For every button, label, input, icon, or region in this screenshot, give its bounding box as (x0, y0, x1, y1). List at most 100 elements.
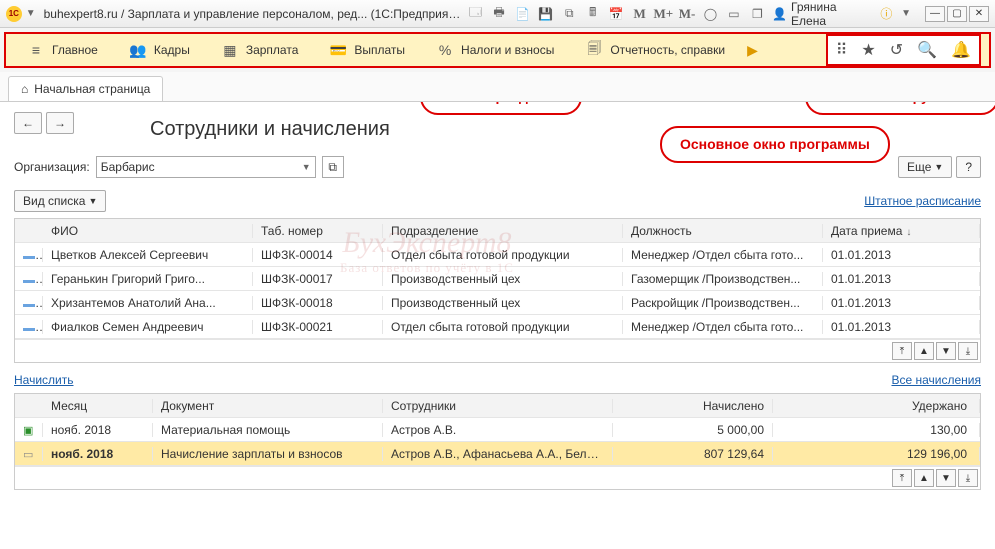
all-accruals-link[interactable]: Все начисления (891, 373, 981, 387)
table-header: ФИО Таб. номер Подразделение Должность Д… (15, 219, 980, 243)
tab-home[interactable]: ⌂ Начальная страница (8, 76, 163, 101)
row-marker (15, 248, 43, 262)
apps-icon[interactable]: ⠿ (836, 40, 848, 60)
memory-mminus-button[interactable]: M- (678, 5, 695, 23)
scroll-up-button[interactable]: ▲ (914, 342, 934, 360)
cell-tab: ШФЗК-00014 (253, 248, 383, 262)
user-block[interactable]: 👤 Грянина Елена (772, 0, 872, 28)
grid-icon: ▦ (222, 42, 238, 58)
notifications-icon[interactable]: 🔔 (951, 40, 971, 60)
card-icon: 💳 (330, 42, 346, 58)
history-icon[interactable]: ↺ (890, 40, 903, 60)
print-icon[interactable]: 🖶 (490, 5, 507, 23)
windows-icon[interactable]: ❐ (749, 5, 766, 23)
print-preview-icon[interactable]: 🗔 (467, 5, 484, 23)
section-salary[interactable]: ▦ Зарплата (208, 34, 313, 66)
maximize-button[interactable]: ▢ (947, 6, 967, 22)
cell-fio: Хризантемов Анатолий Ана... (43, 296, 253, 310)
compare-icon[interactable]: ⧉ (561, 5, 578, 23)
favorites-icon[interactable]: ★ (861, 40, 875, 60)
col-acc[interactable]: Начислено (613, 399, 773, 413)
col-dept[interactable]: Подразделение (383, 224, 623, 238)
col-doc[interactable]: Документ (153, 399, 383, 413)
user-name: Грянина Елена (791, 0, 872, 28)
section-main[interactable]: ≡Главное (14, 34, 112, 66)
scroll-down-button[interactable]: ▼ (936, 342, 956, 360)
nav-back-button[interactable]: ← (14, 112, 42, 134)
sections-panel: ≡Главное 👥Кадры ▦ Зарплата 💳Выплаты %Нало… (4, 32, 991, 68)
info-dropdown-icon[interactable]: ▼ (901, 8, 911, 19)
org-value: Барбарис (101, 160, 155, 174)
save-icon[interactable]: 💾 (537, 5, 554, 23)
section-reports[interactable]: 🗐Отчетность, справки (572, 34, 739, 66)
cell-tab: ШФЗК-00021 (253, 320, 383, 334)
cell-tab: ШФЗК-00017 (253, 272, 383, 286)
cell-date: 01.01.2013 (823, 296, 980, 310)
calendar-icon[interactable]: 📅 (607, 5, 624, 23)
scroll-down-button[interactable]: ▼ (936, 469, 956, 487)
col-pos[interactable]: Должность (623, 224, 823, 238)
help-button[interactable]: ? (956, 156, 981, 178)
col-hold[interactable]: Удержано (773, 399, 980, 413)
cell-emp: Астров А.В., Афанасьева А.А., Белобокин … (383, 447, 613, 461)
chevron-down-icon[interactable]: ▼ (302, 162, 311, 172)
scroll-bottom-button[interactable]: ⤓ (958, 342, 978, 360)
callout-sections: Панель разделов (420, 102, 582, 115)
table-row[interactable]: ▭нояб. 2018Начисление зарплаты и взносов… (15, 442, 980, 466)
cell-dept: Отдел сбыта готовой продукции (383, 320, 623, 334)
section-label: Зарплата (246, 43, 299, 57)
section-taxes[interactable]: %Налоги и взносы (423, 34, 568, 66)
table-row[interactable]: Фиалков Семен АндреевичШФЗК-00021Отдел с… (15, 315, 980, 339)
scroll-up-button[interactable]: ▲ (914, 469, 934, 487)
col-emp[interactable]: Сотрудники (383, 399, 613, 413)
status-draft-icon: ▭ (23, 449, 33, 461)
minimize-button[interactable]: — (925, 6, 945, 22)
memory-m-button[interactable]: M (631, 5, 648, 23)
close-button[interactable]: ✕ (969, 6, 989, 22)
table-row[interactable]: Геранькин Григорий Григо...ШФЗК-00017Про… (15, 267, 980, 291)
view-mode-button[interactable]: Вид списка▼ (14, 190, 106, 212)
table-row[interactable]: Цветков Алексей СергеевичШФЗК-00014Отдел… (15, 243, 980, 267)
section-staff[interactable]: 👥Кадры (116, 34, 204, 66)
more-button[interactable]: Еще▼ (898, 156, 952, 178)
menu-icon: ≡ (28, 42, 44, 58)
table-row[interactable]: Хризантемов Анатолий Ана...ШФЗК-00018Про… (15, 291, 980, 315)
home-icon: ⌂ (21, 82, 28, 96)
calculator-icon[interactable]: 🖩 (584, 5, 601, 23)
col-tab[interactable]: Таб. номер (253, 224, 383, 238)
table-row[interactable]: ▣нояб. 2018Материальная помощьАстров А.В… (15, 418, 980, 442)
cell-date: 01.01.2013 (823, 320, 980, 334)
table-header: Месяц Документ Сотрудники Начислено Удер… (15, 394, 980, 418)
nav-forward-button[interactable]: → (46, 112, 74, 134)
tool-panel: ⠿ ★ ↺ 🔍 🔔 (826, 34, 981, 66)
sections-more-icon[interactable]: ▶ (747, 42, 758, 59)
accruals-table: Месяц Документ Сотрудники Начислено Удер… (14, 393, 981, 490)
cell-fio: Цветков Алексей Сергеевич (43, 248, 253, 262)
scroll-top-button[interactable]: ⤒ (892, 342, 912, 360)
info-icon[interactable]: ⓘ (878, 5, 895, 23)
back-icon[interactable]: ◯ (702, 5, 719, 23)
col-date[interactable]: Дата приема↓ (823, 224, 980, 238)
status-posted-icon: ▣ (23, 425, 33, 437)
search-icon[interactable]: 🔍 (917, 40, 937, 60)
table-nav-footer: ⤒ ▲ ▼ ⤓ (15, 466, 980, 489)
col-month[interactable]: Месяц (43, 399, 153, 413)
cell-fio: Фиалков Семен Андреевич (43, 320, 253, 334)
col-fio[interactable]: ФИО (43, 224, 253, 238)
org-select[interactable]: Барбарис ▼ (96, 156, 316, 178)
scroll-top-button[interactable]: ⤒ (892, 469, 912, 487)
memory-mplus-button[interactable]: M+ (654, 5, 672, 23)
cell-tab: ШФЗК-00018 (253, 296, 383, 310)
window-list-icon[interactable]: ▭ (725, 5, 742, 23)
staffing-link[interactable]: Штатное расписание (864, 194, 981, 208)
page-title: Сотрудники и начисления (150, 118, 390, 141)
cell-status: ▭ (15, 447, 43, 461)
accrue-link[interactable]: Начислить (14, 373, 73, 387)
title-dropdown-icon[interactable]: ▼ (26, 8, 36, 19)
org-open-button[interactable]: ⧉ (322, 156, 344, 178)
copy-icon[interactable]: 📄 (514, 5, 531, 23)
scroll-bottom-button[interactable]: ⤓ (958, 469, 978, 487)
section-label: Налоги и взносы (461, 43, 554, 57)
section-payments[interactable]: 💳Выплаты (316, 34, 419, 66)
cell-acc: 5 000,00 (613, 423, 773, 437)
